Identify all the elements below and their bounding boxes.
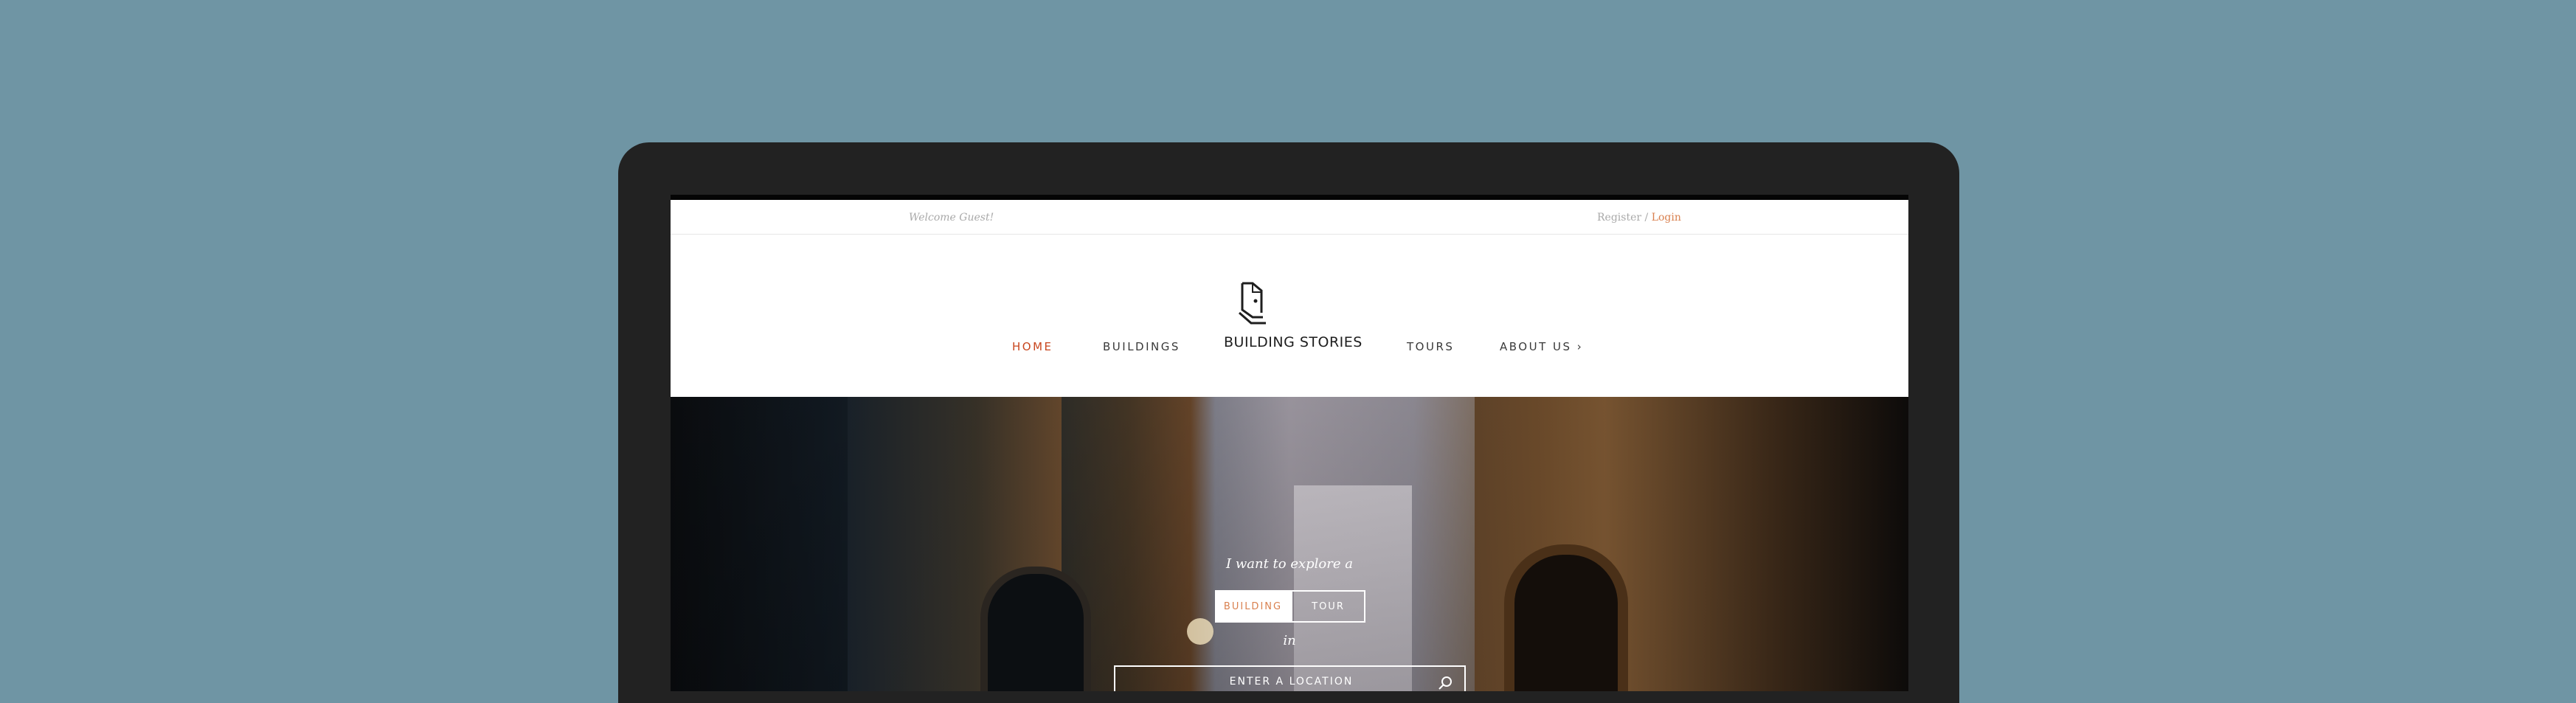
explore-type-toggle: BUILDING TOUR xyxy=(1215,590,1365,623)
search-icon[interactable] xyxy=(1436,674,1454,691)
welcome-text: Welcome Guest! xyxy=(909,212,994,224)
option-tour-button[interactable]: TOUR xyxy=(1291,590,1365,623)
location-search-placeholder: ENTER A LOCATION xyxy=(1229,676,1354,688)
building-logo-icon[interactable] xyxy=(1230,280,1275,328)
top-utility-bar: Welcome Guest! Register / Login xyxy=(671,200,1908,235)
in-connector-text: in xyxy=(1283,633,1296,648)
option-building-button[interactable]: BUILDING xyxy=(1215,590,1291,623)
hero-photo-left-arch xyxy=(980,567,1091,691)
main-navigation: HOME BUILDINGS BUILDING STORIES TOURS AB… xyxy=(671,235,1908,397)
nav-buildings[interactable]: BUILDINGS xyxy=(1103,340,1180,353)
auth-separator: / xyxy=(1644,212,1649,224)
location-search-input[interactable]: ENTER A LOCATION xyxy=(1114,665,1466,691)
hero-photo-right-arch xyxy=(1504,544,1628,691)
nav-home[interactable]: HOME xyxy=(1012,340,1053,353)
hero-banner: I want to explore a BUILDING TOUR in ENT… xyxy=(671,397,1908,691)
hero-photo-distant-building xyxy=(1294,485,1412,691)
nav-tours[interactable]: TOURS xyxy=(1407,340,1454,353)
login-link[interactable]: Login xyxy=(1652,212,1681,224)
brand-name[interactable]: BUILDING STORIES xyxy=(1224,334,1393,350)
nav-about-us[interactable]: ABOUT US › xyxy=(1500,340,1583,353)
website-screen: Welcome Guest! Register / Login HOME BUI… xyxy=(671,195,1908,691)
auth-links: Register / Login xyxy=(1597,212,1681,224)
register-link[interactable]: Register xyxy=(1597,212,1641,224)
explore-prompt: I want to explore a xyxy=(1226,556,1353,572)
